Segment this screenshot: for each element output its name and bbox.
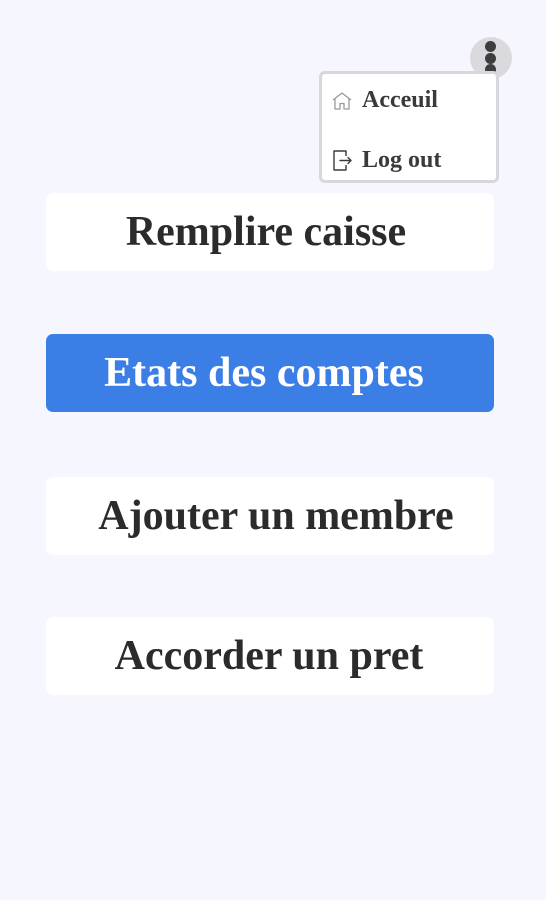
home-icon	[332, 92, 352, 110]
dropdown-menu: Acceuil Log out	[319, 71, 499, 183]
menu-item-label: Log out	[362, 146, 442, 173]
fill-cash-button[interactable]: Remplire caisse	[46, 193, 494, 271]
more-vertical-icon	[485, 41, 496, 52]
button-label: Ajouter un membre	[98, 493, 454, 539]
account-statements-button[interactable]: Etats des comptes	[46, 334, 494, 412]
button-label: Etats des comptes	[104, 350, 424, 396]
button-label: Accorder un pret	[114, 633, 424, 679]
add-member-button[interactable]: Ajouter un membre	[46, 477, 494, 555]
grant-loan-button[interactable]: Accorder un pret	[46, 617, 494, 695]
menu-item-home[interactable]: Acceuil	[322, 80, 496, 120]
button-label: Remplire caisse	[125, 209, 407, 255]
logout-icon	[333, 150, 352, 171]
menu-item-label: Acceuil	[362, 86, 438, 113]
menu-item-logout[interactable]: Log out	[322, 140, 496, 180]
